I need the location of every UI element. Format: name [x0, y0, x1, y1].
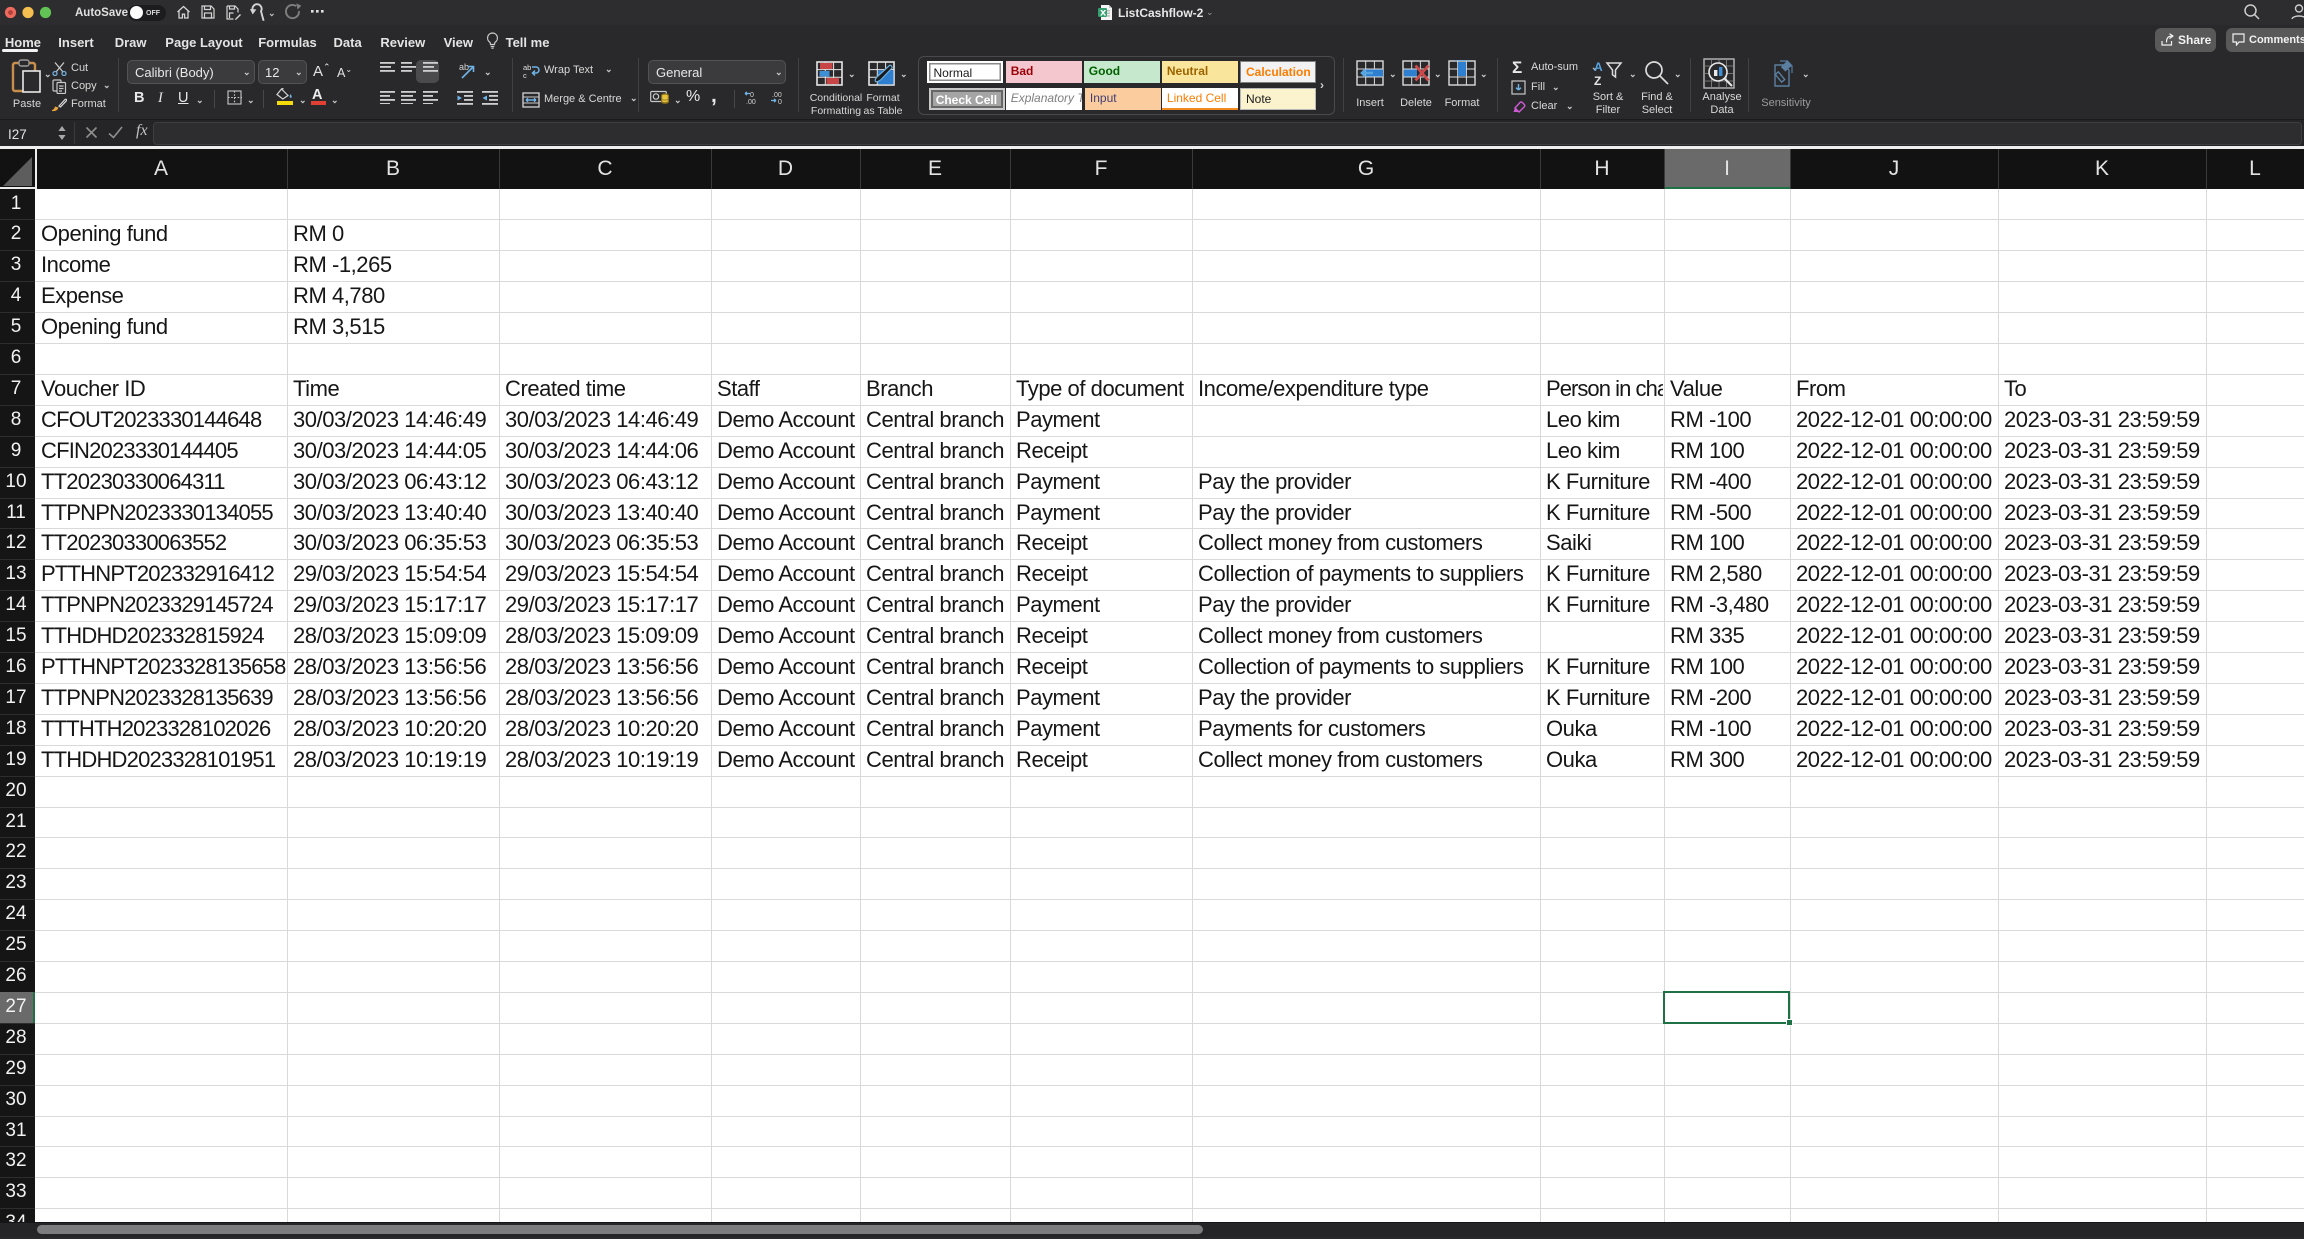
- svg-text:.00: .00: [772, 92, 782, 99]
- svg-text:0: 0: [750, 92, 754, 99]
- svg-text:0: 0: [778, 99, 782, 105]
- svg-text:A: A: [1594, 60, 1603, 74]
- svg-text:.00: .00: [746, 99, 756, 105]
- svg-text:Z: Z: [1594, 74, 1601, 87]
- svg-text:c: c: [523, 71, 527, 79]
- svg-text:ab: ab: [459, 62, 469, 72]
